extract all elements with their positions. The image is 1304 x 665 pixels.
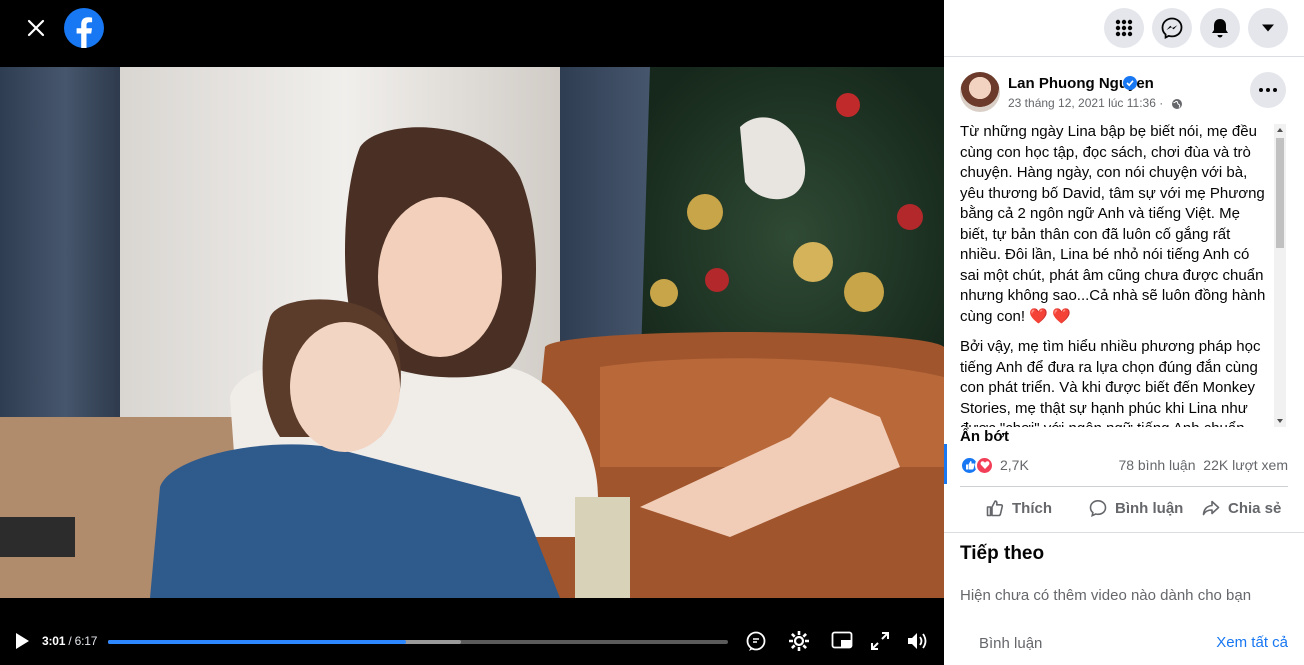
divider [960,486,1288,487]
comment-button[interactable]: Bình luận [1089,491,1183,525]
progress-bar[interactable] [108,640,728,644]
share-label: Chia sẻ [1228,499,1282,517]
more-options-icon[interactable] [1250,72,1286,108]
play-icon[interactable] [10,629,34,653]
bell-icon[interactable] [1200,8,1240,48]
video-frame[interactable] [0,67,944,598]
video-controls: 3:01 / 6:17 [0,598,944,665]
post-paragraph-2: Bởi vậy, mẹ tìm hiểu nhiều phương pháp h… [960,338,1261,427]
miniplayer-icon[interactable] [830,629,854,653]
video-thumbnail [0,67,944,598]
verified-badge-icon [1123,76,1137,90]
sidebar-header [944,0,1304,57]
messenger-icon[interactable] [1152,8,1192,48]
views-count: 22K lượt xem [1203,457,1288,473]
fullscreen-icon[interactable] [868,629,892,653]
heart-emoji: ❤️ ❤️ [1029,307,1071,325]
focus-indicator [944,444,947,484]
reactions-count: 2,7K [1000,457,1029,473]
volume-icon[interactable] [905,629,929,653]
caret-down-icon[interactable] [1248,8,1288,48]
like-button[interactable]: Thích [986,491,1052,525]
settings-gear-icon[interactable] [787,629,811,653]
close-icon[interactable] [20,12,52,44]
facebook-logo-icon[interactable] [64,8,104,48]
post-text: Từ những ngày Lina bập bẹ biết nói, mẹ đ… [960,122,1272,427]
duration: 6:17 [74,634,98,648]
scroll-down-icon[interactable] [1277,419,1283,423]
post-sidebar: Lan Phuong Nguyen 23 tháng 12, 2021 lúc … [944,0,1304,665]
post-stats: 78 bình luận 22K lượt xem [1118,457,1288,473]
comment-label: Bình luận [1115,499,1184,517]
scroll-thumb[interactable] [1276,138,1284,248]
post-date[interactable]: 23 tháng 12, 2021 lúc 11:36 · [1008,96,1163,110]
viewer-topbar [0,0,944,67]
like-label: Thích [1012,499,1052,517]
text-scrollbar[interactable] [1274,124,1286,427]
love-reaction-icon [975,455,994,475]
post-paragraph-1: Từ những ngày Lina bập bẹ biết nói, mẹ đ… [960,123,1266,325]
comments-count[interactable]: 78 bình luận [1118,457,1195,473]
thumbs-up-icon [986,500,1004,517]
captions-icon[interactable] [744,629,768,653]
avatar[interactable] [960,72,1000,112]
globe-icon [1171,97,1183,109]
share-icon [1202,500,1220,516]
current-time: 3:01 [42,634,66,648]
section-divider [944,532,1304,533]
video-viewer: 3:01 / 6:17 [0,0,944,665]
reactions-summary[interactable]: 2,7K [960,455,1029,475]
up-next-title: Tiếp theo [960,543,1045,564]
share-button[interactable]: Chia sẻ [1202,491,1281,525]
see-less-link[interactable]: Ẩn bớt [960,428,1009,445]
see-all-link[interactable]: Xem tất cả [1216,634,1288,651]
grid-menu-icon[interactable] [1104,8,1144,48]
played-bar [108,640,406,644]
time-display: 3:01 / 6:17 [42,634,98,648]
comment-icon [1089,499,1107,517]
scroll-up-icon[interactable] [1277,128,1283,132]
comments-section-label: Bình luận [979,635,1043,652]
up-next-empty-message: Hiện chưa có thêm video nào dành cho bạn [960,587,1252,604]
